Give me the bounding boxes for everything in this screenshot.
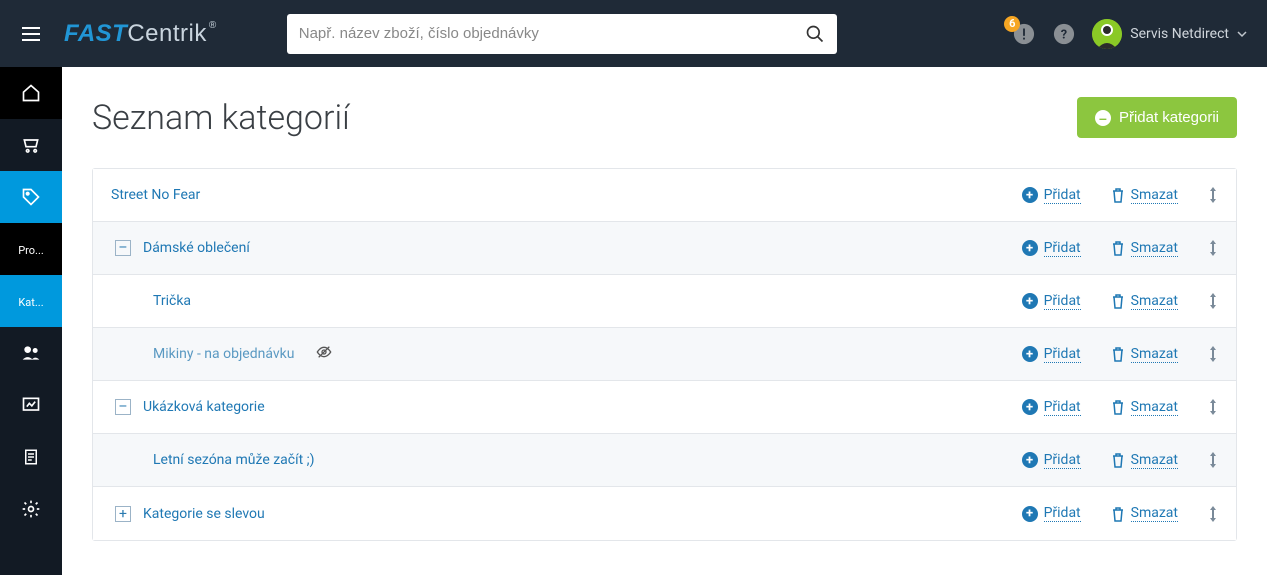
category-row: – Dámské oblečení +Přidat Smazat [93,222,1236,275]
category-row: Letní sezóna může začít ;) +Přidat Smaza… [93,434,1236,487]
trash-icon [1111,452,1125,468]
plus-circle-icon: + [1022,187,1038,203]
category-link[interactable]: Ukázková kategorie [143,399,265,415]
row-delete-button[interactable]: Smazat [1111,346,1178,363]
add-category-button[interactable]: – Přidat kategorii [1077,97,1237,138]
plus-circle-icon: + [1022,452,1038,468]
menu-toggle-button[interactable] [0,0,62,67]
avatar [1092,19,1122,49]
drag-handle[interactable] [1208,346,1218,362]
logo-registered: ® [209,20,217,31]
drag-handle[interactable] [1208,452,1218,468]
drag-handle[interactable] [1208,187,1218,203]
sidebar-item-products[interactable]: Pro... [0,223,62,275]
help-button[interactable]: ? [1052,22,1076,46]
collapse-button[interactable]: – [115,240,131,256]
add-category-label: Přidat kategorii [1119,109,1219,126]
plus-circle-icon: + [1022,346,1038,362]
sidebar-item-settings[interactable] [0,483,62,535]
category-link[interactable]: Mikiny - na objednávku [153,346,294,362]
row-add-button[interactable]: +Přidat [1022,399,1081,416]
row-delete-button[interactable]: Smazat [1111,293,1178,310]
category-link[interactable]: Trička [153,293,191,309]
row-add-button[interactable]: +Přidat [1022,187,1081,204]
chevron-down-icon [1237,29,1247,39]
plus-circle-icon: + [1022,506,1038,522]
plus-circle-icon: + [1022,240,1038,256]
row-delete-button[interactable]: Smazat [1111,452,1178,469]
minus-circle-icon: – [1095,110,1111,126]
row-delete-button[interactable]: Smazat [1111,505,1178,522]
expand-button[interactable]: + [115,506,131,522]
row-add-button[interactable]: +Přidat [1022,505,1081,522]
topbar: FASTCentrik® 6 ? Servis Netdirect [0,0,1267,67]
sidebar-item-users[interactable] [0,327,62,379]
category-link[interactable]: Letní sezóna může začít ;) [153,452,314,468]
drag-handle[interactable] [1208,293,1218,309]
logo[interactable]: FASTCentrik® [64,20,217,48]
drag-handle[interactable] [1208,506,1218,522]
sidebar-item-label: Kat... [18,296,43,309]
category-row: + Kategorie se slevou +Přidat Smazat [93,487,1236,540]
user-menu[interactable]: Servis Netdirect [1092,19,1247,49]
notifications-button[interactable]: 6 [1012,22,1036,46]
hidden-icon [316,344,332,364]
category-link[interactable]: Street No Fear [111,187,200,203]
category-row: – Ukázková kategorie +Přidat Smazat [93,381,1236,434]
trash-icon [1111,346,1125,362]
search-box [287,14,837,54]
logo-thin: Centrik [127,20,207,47]
plus-circle-icon: + [1022,399,1038,415]
trash-icon [1111,399,1125,415]
drag-handle[interactable] [1208,240,1218,256]
plus-circle-icon: + [1022,293,1038,309]
notif-badge: 6 [1004,16,1020,32]
main-content: Seznam kategorií – Přidat kategorii Stre… [62,67,1267,575]
page-title: Seznam kategorií [92,98,350,138]
collapse-button[interactable]: – [115,399,131,415]
search-input[interactable] [299,25,805,42]
row-delete-button[interactable]: Smazat [1111,399,1178,416]
category-tree: Street No Fear +Přidat Smazat – Dámské o… [92,168,1237,541]
sidebar-item-pages[interactable] [0,431,62,483]
category-link[interactable]: Dámské oblečení [143,240,250,256]
sidebar-item-cart[interactable] [0,119,62,171]
sidebar-item-label: Pro... [18,244,44,257]
search-icon[interactable] [805,24,825,44]
category-row: Mikiny - na objednávku +Přidat Smazat [93,328,1236,381]
row-delete-button[interactable]: Smazat [1111,240,1178,257]
trash-icon [1111,506,1125,522]
category-link[interactable]: Kategorie se slevou [143,506,265,522]
category-row: Trička +Přidat Smazat [93,275,1236,328]
row-add-button[interactable]: +Přidat [1022,240,1081,257]
trash-icon [1111,187,1125,203]
category-row: Street No Fear +Přidat Smazat [93,169,1236,222]
sidebar: Pro... Kat... [0,67,62,575]
sidebar-item-home[interactable] [0,67,62,119]
sidebar-item-categories[interactable]: Kat... [0,275,62,327]
trash-icon [1111,293,1125,309]
row-add-button[interactable]: +Přidat [1022,452,1081,469]
sidebar-item-tag[interactable] [0,171,62,223]
sidebar-item-analytics[interactable] [0,379,62,431]
row-delete-button[interactable]: Smazat [1111,187,1178,204]
row-add-button[interactable]: +Přidat [1022,346,1081,363]
logo-bold: FAST [64,20,127,47]
row-add-button[interactable]: +Přidat [1022,293,1081,310]
user-name: Servis Netdirect [1130,26,1229,42]
trash-icon [1111,240,1125,256]
svg-text:?: ? [1061,27,1067,42]
drag-handle[interactable] [1208,399,1218,415]
